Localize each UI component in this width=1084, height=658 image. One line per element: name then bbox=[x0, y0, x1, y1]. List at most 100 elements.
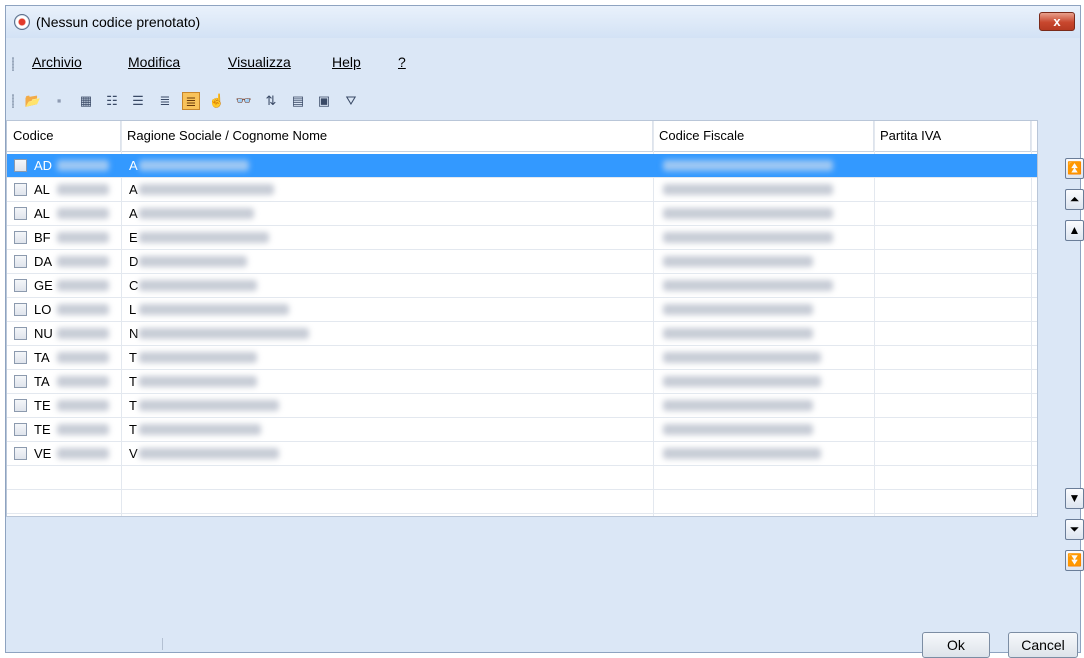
row-checkbox[interactable] bbox=[14, 399, 27, 412]
column-header-codice-fiscale[interactable]: Codice Fiscale bbox=[653, 121, 874, 151]
binoculars-icon[interactable]: 👓 bbox=[235, 92, 253, 110]
table-row[interactable]: LO L bbox=[7, 298, 1037, 322]
row-checkbox[interactable] bbox=[14, 159, 27, 172]
checklist-icon[interactable]: ☷ bbox=[103, 92, 121, 110]
menu-question[interactable]: ? bbox=[398, 54, 406, 70]
ragione-sociale-text: L bbox=[129, 302, 137, 317]
table-row[interactable]: GE C bbox=[7, 274, 1037, 298]
table-row[interactable]: TA T bbox=[7, 370, 1037, 394]
cell-ragione-sociale: A bbox=[121, 202, 653, 226]
cell-partita-iva bbox=[874, 442, 1031, 466]
page-down-button[interactable]: ⏷ bbox=[1065, 519, 1084, 540]
cell-partita-iva bbox=[874, 202, 1031, 226]
tree-view-icon[interactable]: ☰ bbox=[129, 92, 147, 110]
close-button[interactable]: x bbox=[1039, 12, 1075, 31]
menu-visualizza[interactable]: Visualizza bbox=[228, 54, 291, 70]
card-view-icon[interactable]: ▦ bbox=[77, 92, 95, 110]
contact-card-icon[interactable]: ▣ bbox=[315, 92, 333, 110]
row-checkbox[interactable] bbox=[14, 327, 27, 340]
row-up-button[interactable]: ▲ bbox=[1065, 220, 1084, 241]
codice-text: TA bbox=[34, 350, 50, 365]
row-checkbox[interactable] bbox=[14, 279, 27, 292]
menu-help[interactable]: Help bbox=[332, 54, 361, 70]
table-row[interactable]: TE T bbox=[7, 394, 1037, 418]
cell-partita-iva bbox=[874, 298, 1031, 322]
detail-list-icon[interactable]: ≣ bbox=[156, 92, 174, 110]
menu-archivio[interactable]: Archivio bbox=[32, 54, 82, 70]
redacted-codice-fiscale bbox=[663, 448, 821, 459]
row-checkbox[interactable] bbox=[14, 207, 27, 220]
toolbar: 📂 ▪ ▦ ☷ ☰ ≣ ≣ ☝ 👓 ⇅ ▤ ▣ ⛛ bbox=[6, 88, 1080, 114]
cell-ragione-sociale: L bbox=[121, 298, 653, 322]
table-row[interactable]: NU N bbox=[7, 322, 1037, 346]
table-row[interactable]: TA T bbox=[7, 346, 1037, 370]
row-checkbox[interactable] bbox=[14, 351, 27, 364]
table-row[interactable]: VE V bbox=[7, 442, 1037, 466]
page-up-button[interactable]: ⏶ bbox=[1065, 189, 1084, 210]
sort-az-icon[interactable]: ⇅ bbox=[262, 92, 280, 110]
table-row[interactable]: TE T bbox=[7, 418, 1037, 442]
cell-ragione-sociale: C bbox=[121, 274, 653, 298]
cell-codice-fiscale bbox=[653, 394, 874, 418]
table-row[interactable]: AD A bbox=[7, 154, 1037, 178]
open-folder-icon[interactable]: 📂 bbox=[24, 92, 42, 110]
cell-codice-fiscale bbox=[653, 154, 874, 178]
last-page-button[interactable]: ⏬ bbox=[1065, 550, 1084, 571]
cell-codice: TE bbox=[7, 394, 121, 418]
menu-help-label: Help bbox=[332, 54, 361, 70]
cell-codice-fiscale bbox=[653, 442, 874, 466]
column-header-codice[interactable]: Codice bbox=[7, 121, 121, 151]
dialog-window: (Nessun codice prenotato) x Archivio Mod… bbox=[5, 5, 1084, 658]
redacted-codice bbox=[57, 208, 109, 219]
codice-text: GE bbox=[34, 278, 53, 293]
save-disk-icon[interactable]: ▪ bbox=[50, 92, 68, 110]
menu-modifica[interactable]: Modifica bbox=[128, 54, 180, 70]
redacted-codice bbox=[57, 424, 109, 435]
cell-codice: AD bbox=[7, 154, 121, 178]
cell-codice-fiscale bbox=[653, 298, 874, 322]
ragione-sociale-text: N bbox=[129, 326, 139, 341]
first-page-button[interactable]: ⏫ bbox=[1065, 158, 1084, 179]
menu-visualizza-label: Visualizza bbox=[228, 54, 291, 70]
cell-ragione-sociale: V bbox=[121, 442, 653, 466]
row-checkbox[interactable] bbox=[14, 231, 27, 244]
redacted-codice-fiscale bbox=[663, 352, 821, 363]
cell-ragione-sociale: T bbox=[121, 418, 653, 442]
cell-codice: AL bbox=[7, 202, 121, 226]
table-icon[interactable]: ▤ bbox=[289, 92, 307, 110]
row-checkbox[interactable] bbox=[14, 447, 27, 460]
column-header-partita-iva[interactable]: Partita IVA bbox=[874, 121, 1031, 151]
redacted-codice-fiscale bbox=[663, 400, 813, 411]
redacted-codice bbox=[57, 256, 109, 267]
table-row[interactable]: AL A bbox=[7, 178, 1037, 202]
row-checkbox[interactable] bbox=[14, 303, 27, 316]
column-header-ragione-sociale[interactable]: Ragione Sociale / Cognome Nome bbox=[121, 121, 653, 151]
row-checkbox[interactable] bbox=[14, 255, 27, 268]
ragione-sociale-text: T bbox=[129, 374, 137, 389]
redacted-ragione-sociale bbox=[139, 400, 279, 411]
table-row[interactable]: DA D bbox=[7, 250, 1037, 274]
list-view-icon[interactable]: ≣ bbox=[182, 92, 200, 110]
row-down-button[interactable]: ▼ bbox=[1065, 488, 1084, 509]
redacted-codice bbox=[57, 280, 109, 291]
cell-ragione-sociale: E bbox=[121, 226, 653, 250]
table-row[interactable]: BF E bbox=[7, 226, 1037, 250]
cell-codice-fiscale bbox=[653, 346, 874, 370]
cell-partita-iva bbox=[874, 394, 1031, 418]
redacted-codice bbox=[57, 232, 109, 243]
row-checkbox[interactable] bbox=[14, 375, 27, 388]
table-row[interactable]: AL A bbox=[7, 202, 1037, 226]
ragione-sociale-text: C bbox=[129, 278, 139, 293]
row-checkbox[interactable] bbox=[14, 183, 27, 196]
hand-pointer-icon[interactable]: ☝ bbox=[208, 92, 226, 110]
redacted-codice bbox=[57, 304, 109, 315]
codice-text: NU bbox=[34, 326, 53, 341]
redacted-ragione-sociale bbox=[139, 352, 257, 363]
menu-question-label: ? bbox=[398, 54, 406, 70]
codice-text: AL bbox=[34, 206, 50, 221]
row-checkbox[interactable] bbox=[14, 423, 27, 436]
filter-funnel-icon[interactable]: ⛛ bbox=[342, 92, 360, 110]
cell-ragione-sociale: T bbox=[121, 394, 653, 418]
cell-codice: LO bbox=[7, 298, 121, 322]
cell-codice-fiscale bbox=[653, 418, 874, 442]
